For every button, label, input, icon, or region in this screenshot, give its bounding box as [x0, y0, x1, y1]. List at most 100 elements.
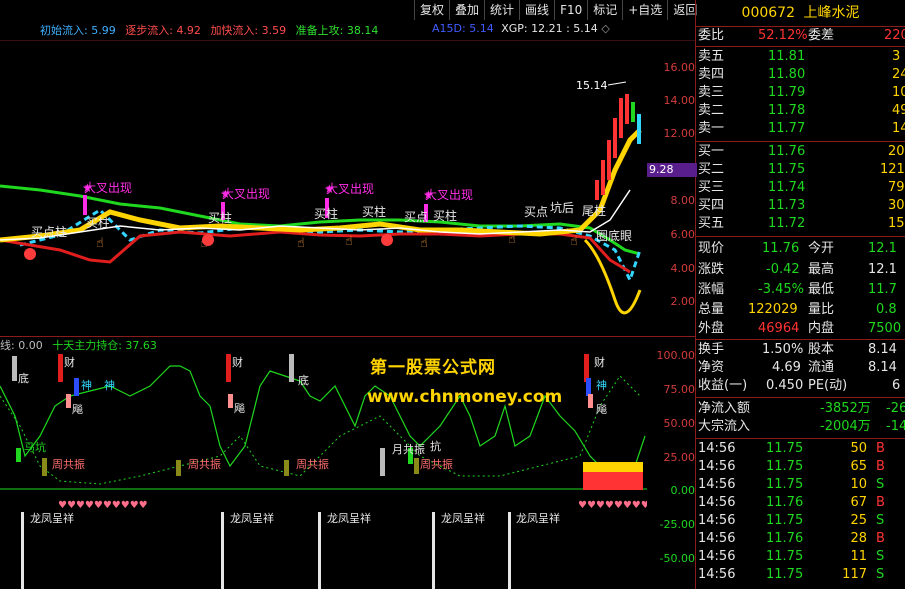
- ask-row: 卖三 11.79 10: [696, 84, 905, 102]
- panel-divider: [696, 46, 905, 47]
- stat-row: 外盘 46964 内盘 7500: [696, 320, 905, 338]
- xgp-label: XGP:: [501, 22, 528, 35]
- xgp-value-2: : 5.14: [566, 22, 598, 35]
- biao-label: 飚: [72, 402, 83, 416]
- toolbar-overlay-button[interactable]: 叠加: [449, 0, 484, 20]
- stat-value: 46964: [758, 321, 800, 336]
- bid-volume: 121: [880, 162, 905, 177]
- buy-annotation: 买柱: [433, 208, 457, 223]
- signal-dot: [202, 234, 214, 246]
- tick-time: 14:56: [698, 549, 736, 564]
- indicator-label: 加快流入:: [210, 24, 259, 37]
- y-tick: 14.00: [663, 94, 696, 107]
- panel-divider: [696, 141, 905, 142]
- stat-label: 今开: [808, 241, 835, 256]
- bid-row: 买五 11.72 15: [696, 215, 905, 233]
- bid-row: 买二 11.75 121: [696, 161, 905, 179]
- toolbar-mark-button[interactable]: 标记: [587, 0, 622, 20]
- tick-time: 14:56: [698, 477, 736, 492]
- hand-icon: ☝: [570, 234, 578, 249]
- tick-side: S: [876, 567, 885, 582]
- weibi-label: 委比: [698, 28, 725, 43]
- indicator-label: 初始流入:: [40, 24, 88, 37]
- toolbar-f10-button[interactable]: F10: [554, 0, 587, 20]
- indicator-fast-inflow: 加快流入: 3.59: [210, 24, 286, 37]
- top-toolbar: 复权 叠加 统计 画线 F10 标记 +自选 返回: [414, 0, 697, 20]
- y-tick: 6.00: [670, 228, 696, 241]
- buy-annotation: 买柱: [208, 210, 232, 225]
- stock-name: 上峰水泥: [803, 5, 860, 21]
- tick-volume: 10: [850, 477, 867, 492]
- stat-label: 量比: [808, 302, 835, 317]
- tick-volume: 25: [850, 513, 867, 528]
- tick-price: 11.75: [766, 567, 804, 582]
- bid-label: 买一: [698, 144, 725, 159]
- di-label: 底: [18, 371, 29, 385]
- toolbar-draw-button[interactable]: 画线: [519, 0, 554, 20]
- buy-annotation: 买柱: [86, 215, 110, 230]
- star-icon: ★: [324, 182, 335, 196]
- ask-price: 11.80: [768, 67, 806, 82]
- stat-label: 内盘: [808, 321, 835, 336]
- vertical-marker: [318, 512, 321, 589]
- stat-row: 涨跌 -0.42 最高 12.1: [696, 261, 905, 279]
- indicator-legend-right: A15D: 5.14 XGP: 12.21 : 5.14 ◇: [432, 22, 610, 35]
- longfeng-label: 龙凤呈祥: [516, 511, 560, 525]
- lower-indicator-chart[interactable]: ♥♥♥♥♥♥♥♥♥♥ ♥♥♥♥♥♥♥♥♥♥ 财 底 神 神: [0, 336, 647, 589]
- stat-value: -3.45%: [758, 282, 804, 297]
- stat-row: 涨幅 -3.45% 最低 11.7: [696, 281, 905, 299]
- stat-value: -0.42: [766, 262, 800, 277]
- y-tick: 8.00: [670, 194, 696, 207]
- zhougongzhen-label: 周共振: [52, 457, 85, 471]
- zhougongzhen-label: 周共振: [420, 457, 453, 471]
- ask-price: 11.78: [768, 103, 806, 118]
- weicha-label: 委差: [808, 28, 835, 43]
- panel-divider: [696, 397, 905, 398]
- final-signal-stripe: [583, 462, 643, 472]
- vertical-marker: [221, 512, 224, 589]
- flow-row: 净流入额 -3852万 -26: [696, 400, 905, 418]
- candle-group: [595, 94, 641, 200]
- ask-label: 卖二: [698, 103, 725, 118]
- tick-price: 11.75: [766, 477, 804, 492]
- bid-volume: 79: [888, 180, 905, 195]
- ask-row: 卖二 11.78 49: [696, 102, 905, 120]
- stat-value: 0.450: [766, 378, 804, 393]
- tick-time: 14:56: [698, 459, 736, 474]
- y-tick: -50.00: [659, 552, 695, 565]
- toolbar-stats-button[interactable]: 统计: [484, 0, 519, 20]
- stat-label: 涨跌: [698, 262, 725, 277]
- bottom-eye-annotation: 圈底眼: [596, 228, 632, 243]
- cai-block: [58, 354, 63, 382]
- tick-price: 11.75: [766, 459, 804, 474]
- high-price-label: 15.14: [576, 79, 608, 92]
- indicator-gradual-inflow: 逐步流入: 4.92: [125, 24, 201, 37]
- ask-row: 卖五 11.81 3: [696, 48, 905, 66]
- zhougongzhen-label: 周共振: [188, 457, 221, 471]
- main-kline-chart[interactable]: 15.14 大叉出现 大叉出现 大叉出现 大叉出现 ★ ★ ★ ★ 买点柱 买柱…: [0, 40, 647, 336]
- indicator-value: 3.59: [261, 24, 287, 37]
- ask-label: 卖一: [698, 121, 725, 136]
- ask-row: 卖四 11.80 24: [696, 66, 905, 84]
- stat-value: 122029: [748, 302, 798, 317]
- y-tick: 50.00: [663, 417, 696, 430]
- indicator-value: 5.99: [91, 24, 116, 37]
- tick-price: 11.75: [766, 549, 804, 564]
- toolbar-add-watchlist-button[interactable]: +自选: [622, 0, 667, 20]
- heart-icon: ♥♥♥♥♥♥♥♥♥♥: [578, 500, 647, 511]
- indicator-label: 逐步流入:: [125, 24, 173, 37]
- stat-value: 11.7: [868, 282, 897, 297]
- zhougongzhen-block: [284, 460, 289, 476]
- shen-label: 神: [596, 378, 607, 392]
- y-tick: 12.00: [663, 127, 696, 140]
- flow-value: -26: [886, 401, 905, 416]
- ask-row: 卖一 11.77 14: [696, 120, 905, 138]
- bid-price: 11.75: [768, 162, 806, 177]
- toolbar-fuquan-button[interactable]: 复权: [414, 0, 449, 20]
- flow-value: -14: [886, 419, 905, 434]
- biao-label: 飚: [596, 402, 607, 416]
- tick-side: B: [876, 459, 885, 474]
- signal-dot: [381, 234, 393, 246]
- current-price-tag: 9.28: [647, 163, 697, 177]
- stat-label: 最低: [808, 282, 835, 297]
